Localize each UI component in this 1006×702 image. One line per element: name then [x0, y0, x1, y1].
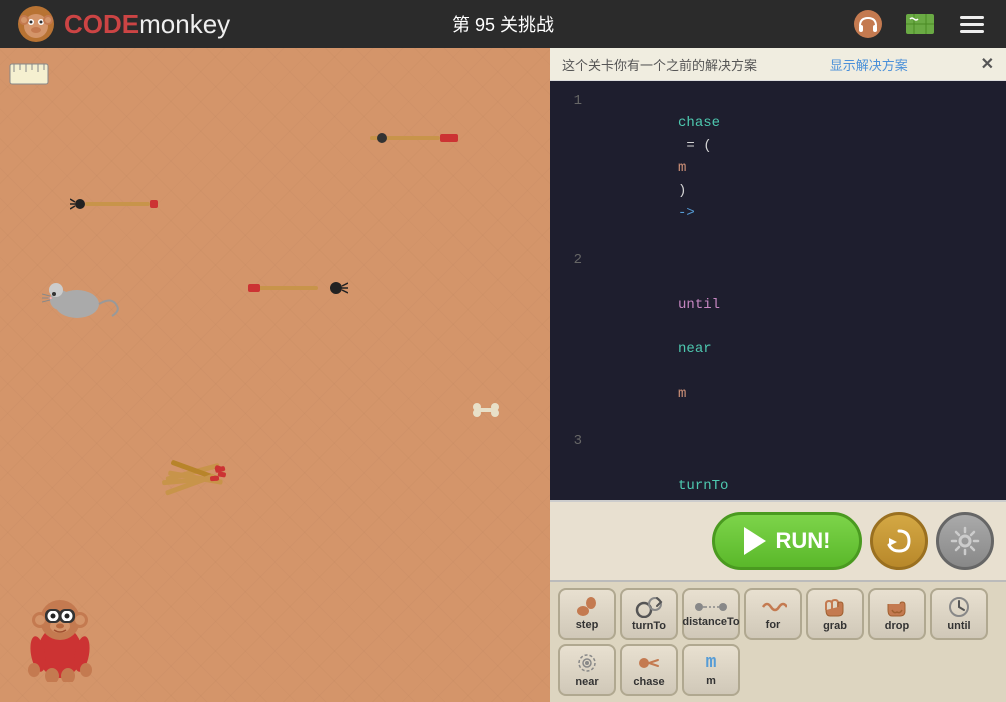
tool-step[interactable]: step [558, 588, 616, 640]
toolbar-row2: near chase m m [558, 644, 998, 696]
for-icon [759, 597, 787, 617]
tool-near[interactable]: near [558, 644, 616, 696]
monkey-character [20, 582, 100, 682]
tool-m[interactable]: m m [682, 644, 740, 696]
turnto-label: turnTo [632, 620, 666, 632]
toolbar-row1: step turnTo [558, 588, 998, 640]
settings-button[interactable] [936, 512, 994, 570]
audio-button[interactable] [850, 6, 886, 42]
right-panel: 这个关卡你有一个之前的解决方案 显示解决方案 ✕ 1 chase = ( m )… [550, 48, 1006, 702]
distanceto-icon [695, 600, 727, 614]
tool-drop[interactable]: drop [868, 588, 926, 640]
near-label: near [575, 676, 598, 688]
reset-button[interactable] [870, 512, 928, 570]
tool-until[interactable]: until [930, 588, 988, 640]
show-solution-link[interactable]: 显示解决方案 [830, 55, 908, 74]
distanceto-label: distanceTo [682, 616, 739, 628]
turnto-icon [635, 596, 663, 618]
match-stick-2 [70, 196, 160, 217]
tool-chase[interactable]: chase [620, 644, 678, 696]
menu-button[interactable] [954, 6, 990, 42]
match-stick-3 [248, 280, 348, 301]
tool-turnto[interactable]: turnTo [620, 588, 678, 640]
prev-solution-banner: 这个关卡你有一个之前的解决方案 显示解决方案 ✕ [550, 48, 1006, 81]
logo-icon [16, 4, 56, 44]
grab-icon [822, 596, 848, 618]
gear-icon [950, 526, 980, 556]
play-icon [744, 527, 766, 555]
near-icon [574, 652, 600, 674]
logo-text: CODEmonkey [64, 8, 230, 40]
ruler [8, 56, 50, 92]
close-banner-button[interactable]: ✕ [981, 54, 994, 74]
for-label: for [766, 619, 781, 631]
code-line-3: 3 turnTo m [550, 429, 1006, 500]
game-area [0, 48, 550, 702]
match-stick-1 [370, 130, 460, 151]
mouse-item [42, 276, 122, 331]
run-label: RUN! [776, 528, 831, 554]
m-value: m [706, 653, 717, 673]
until-icon [946, 596, 972, 618]
logo-area: CODEmonkey [16, 4, 230, 44]
drop-icon [884, 596, 910, 618]
code-editor[interactable]: 1 chase = ( m ) -> 2 until near [550, 81, 1006, 500]
m-label: m [706, 675, 716, 687]
step-label: step [576, 619, 599, 631]
code-line-1: 1 chase = ( m ) -> [550, 89, 1006, 248]
level-title: 第 95 关挑战 [452, 11, 554, 37]
chase-label: chase [633, 676, 664, 688]
top-icons [850, 6, 990, 42]
until-label: until [947, 620, 970, 632]
chase-icon [636, 652, 662, 674]
code-line-2: 2 until near m [550, 248, 1006, 429]
tool-for[interactable]: for [744, 588, 802, 640]
map-button[interactable] [902, 6, 938, 42]
run-button[interactable]: RUN! [712, 512, 862, 570]
reset-icon [884, 526, 914, 556]
top-bar: CODEmonkey 第 95 关挑战 [0, 0, 1006, 48]
tool-distanceto[interactable]: distanceTo [682, 588, 740, 640]
match-pile [160, 440, 230, 505]
prev-solution-text: 这个关卡你有一个之前的解决方案 [562, 55, 757, 74]
run-controls: RUN! [550, 500, 1006, 580]
bone-item [472, 402, 500, 423]
tool-grab[interactable]: grab [806, 588, 864, 640]
main-layout: 这个关卡你有一个之前的解决方案 显示解决方案 ✕ 1 chase = ( m )… [0, 48, 1006, 702]
step-icon [575, 597, 599, 617]
drop-label: drop [885, 620, 909, 632]
grab-label: grab [823, 620, 847, 632]
bottom-toolbar: step turnTo [550, 580, 1006, 702]
